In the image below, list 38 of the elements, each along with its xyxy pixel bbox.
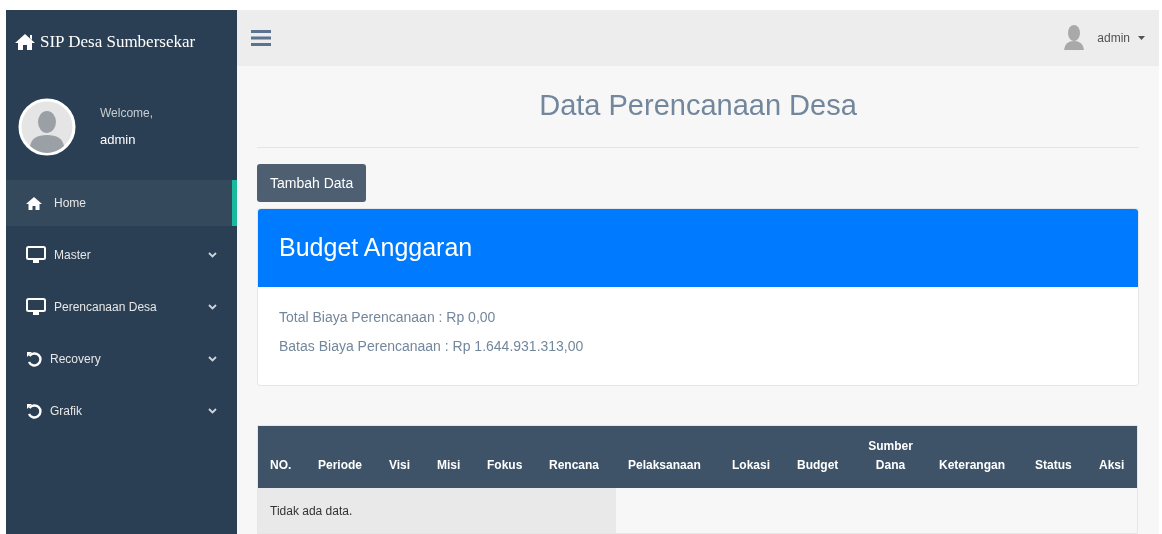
home-icon bbox=[26, 196, 42, 210]
home-icon bbox=[14, 33, 36, 51]
undo-icon bbox=[26, 403, 42, 419]
sidebar-item[interactable]: Perencanaan Desa bbox=[6, 284, 237, 330]
add-data-button[interactable]: Tambah Data bbox=[257, 164, 367, 202]
column-header: Rencana bbox=[549, 457, 600, 474]
sidebar-item[interactable]: Grafik bbox=[6, 388, 237, 434]
sidebar-item[interactable]: Master bbox=[6, 232, 237, 278]
sidebar-item[interactable]: Recovery bbox=[6, 336, 237, 382]
page-title: Data Perencanaan Desa bbox=[539, 87, 857, 123]
column-header: Aksi bbox=[1099, 457, 1125, 474]
column-header: Lokasi bbox=[732, 457, 770, 474]
monitor-icon bbox=[26, 246, 46, 264]
column-header: Pelaksanaan bbox=[628, 457, 701, 474]
user-icon bbox=[1063, 24, 1086, 51]
welcome-text: Welcome, bbox=[100, 105, 154, 123]
monitor-icon bbox=[26, 298, 46, 316]
column-header: Keterangan bbox=[939, 457, 1006, 474]
column-header: Visi bbox=[389, 457, 411, 474]
column-header: Sumber Dana bbox=[867, 438, 914, 474]
column-header: Budget bbox=[797, 457, 839, 474]
budget-line: Batas Biaya Perencanaan : Rp 1.644.931.313,00 bbox=[279, 337, 585, 356]
column-header: Misi bbox=[437, 457, 461, 474]
menu-icon[interactable] bbox=[251, 29, 271, 46]
column-header: Periode bbox=[318, 457, 362, 474]
user-menu[interactable]: admin bbox=[1063, 24, 1145, 51]
table-cell: Tidak ada data. bbox=[258, 488, 616, 533]
undo-icon bbox=[26, 351, 42, 367]
user-name: admin bbox=[100, 131, 137, 150]
sidebar-item[interactable]: Home bbox=[6, 180, 237, 226]
column-header: NO. bbox=[270, 457, 292, 474]
avatar-icon bbox=[18, 98, 76, 156]
budget-line: Total Biaya Perencanaan : Rp 0,00 bbox=[279, 308, 497, 327]
column-header: Fokus bbox=[487, 457, 523, 474]
column-header: Status bbox=[1035, 457, 1072, 474]
caret-icon bbox=[1138, 35, 1145, 40]
budget-title: Budget Anggaran bbox=[279, 232, 473, 264]
brand-title[interactable]: SIP Desa Sumbersekar bbox=[40, 29, 196, 55]
